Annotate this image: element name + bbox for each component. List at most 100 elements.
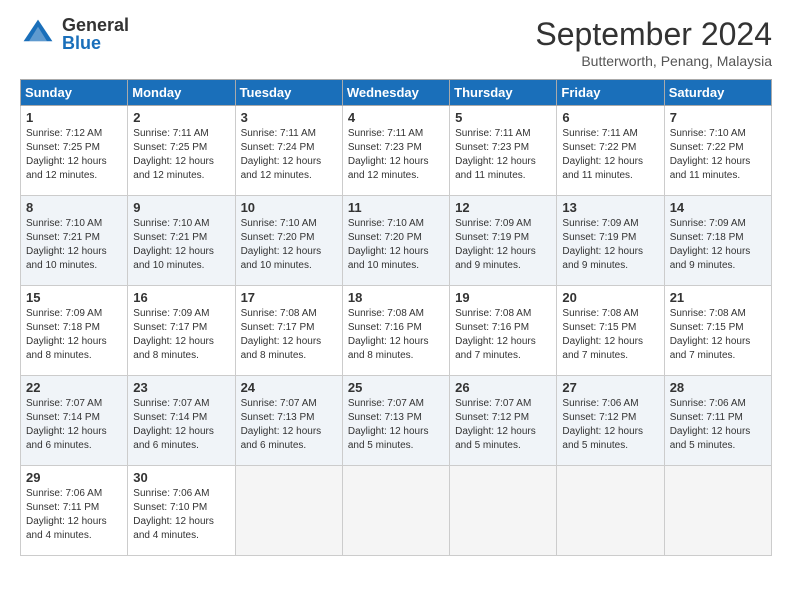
day-number: 10 xyxy=(241,200,337,215)
weekday-header: Thursday xyxy=(450,80,557,106)
day-number: 29 xyxy=(26,470,122,485)
weekday-header: Sunday xyxy=(21,80,128,106)
day-info: Sunrise: 7:10 AMSunset: 7:21 PMDaylight:… xyxy=(133,217,229,273)
calendar-cell: 8 Sunrise: 7:10 AMSunset: 7:21 PMDaylight… xyxy=(21,196,128,286)
weekday-header: Friday xyxy=(557,80,664,106)
weekday-header: Saturday xyxy=(664,80,771,106)
day-number: 8 xyxy=(26,200,122,215)
day-number: 27 xyxy=(562,380,658,395)
calendar-week-row: 15 Sunrise: 7:09 AMSunset: 7:18 PMDayligh… xyxy=(21,286,772,376)
logo: General Blue xyxy=(20,16,129,52)
day-number: 6 xyxy=(562,110,658,125)
calendar-week-row: 8 Sunrise: 7:10 AMSunset: 7:21 PMDaylight… xyxy=(21,196,772,286)
day-number: 26 xyxy=(455,380,551,395)
day-number: 3 xyxy=(241,110,337,125)
day-info: Sunrise: 7:07 AMSunset: 7:14 PMDaylight:… xyxy=(133,397,229,453)
calendar-cell: 21 Sunrise: 7:08 AMSunset: 7:15 PMDayligh… xyxy=(664,286,771,376)
day-info: Sunrise: 7:07 AMSunset: 7:13 PMDaylight:… xyxy=(348,397,444,453)
day-number: 13 xyxy=(562,200,658,215)
day-info: Sunrise: 7:07 AMSunset: 7:14 PMDaylight:… xyxy=(26,397,122,453)
calendar-cell: 28 Sunrise: 7:06 AMSunset: 7:11 PMDayligh… xyxy=(664,376,771,466)
calendar-cell: 3 Sunrise: 7:11 AMSunset: 7:24 PMDaylight… xyxy=(235,106,342,196)
day-info: Sunrise: 7:08 AMSunset: 7:15 PMDaylight:… xyxy=(670,307,766,363)
day-number: 30 xyxy=(133,470,229,485)
logo-blue: Blue xyxy=(62,34,129,52)
day-info: Sunrise: 7:08 AMSunset: 7:16 PMDaylight:… xyxy=(348,307,444,363)
calendar-cell: 25Sunrise: 7:07 AMSunset: 7:13 PMDayligh… xyxy=(342,376,449,466)
day-info: Sunrise: 7:06 AMSunset: 7:11 PMDaylight:… xyxy=(670,397,766,453)
logo-text: General Blue xyxy=(62,16,129,52)
calendar-cell: 18 Sunrise: 7:08 AMSunset: 7:16 PMDayligh… xyxy=(342,286,449,376)
month-title: September 2024 xyxy=(535,16,772,53)
calendar-week-row: 22 Sunrise: 7:07 AMSunset: 7:14 PMDayligh… xyxy=(21,376,772,466)
logo-icon xyxy=(20,16,56,52)
calendar-cell: 30 Sunrise: 7:06 AMSunset: 7:10 PMDayligh… xyxy=(128,466,235,556)
day-info: Sunrise: 7:09 AMSunset: 7:17 PMDaylight:… xyxy=(133,307,229,363)
day-info: Sunrise: 7:11 AMSunset: 7:25 PMDaylight:… xyxy=(133,127,229,183)
day-info: Sunrise: 7:12 AMSunset: 7:25 PMDaylight:… xyxy=(26,127,122,183)
day-number: 24 xyxy=(241,380,337,395)
day-info: Sunrise: 7:09 AMSunset: 7:19 PMDaylight:… xyxy=(562,217,658,273)
calendar-cell xyxy=(557,466,664,556)
day-number: 5 xyxy=(455,110,551,125)
calendar-cell: 7Sunrise: 7:10 AMSunset: 7:22 PMDaylight… xyxy=(664,106,771,196)
day-number: 9 xyxy=(133,200,229,215)
calendar-cell: 20 Sunrise: 7:08 AMSunset: 7:15 PMDayligh… xyxy=(557,286,664,376)
calendar-cell: 24Sunrise: 7:07 AMSunset: 7:13 PMDayligh… xyxy=(235,376,342,466)
day-number: 2 xyxy=(133,110,229,125)
day-info: Sunrise: 7:10 AMSunset: 7:20 PMDaylight:… xyxy=(241,217,337,273)
day-info: Sunrise: 7:08 AMSunset: 7:15 PMDaylight:… xyxy=(562,307,658,363)
calendar-cell: 19Sunrise: 7:08 AMSunset: 7:16 PMDayligh… xyxy=(450,286,557,376)
day-number: 14 xyxy=(670,200,766,215)
calendar-cell: 10 Sunrise: 7:10 AMSunset: 7:20 PMDayligh… xyxy=(235,196,342,286)
calendar-cell: 9 Sunrise: 7:10 AMSunset: 7:21 PMDaylight… xyxy=(128,196,235,286)
weekday-header: Monday xyxy=(128,80,235,106)
day-info: Sunrise: 7:11 AMSunset: 7:22 PMDaylight:… xyxy=(562,127,658,183)
day-info: Sunrise: 7:11 AMSunset: 7:23 PMDaylight:… xyxy=(455,127,551,183)
calendar-week-row: 1 Sunrise: 7:12 AMSunset: 7:25 PMDaylight… xyxy=(21,106,772,196)
day-number: 11 xyxy=(348,200,444,215)
day-info: Sunrise: 7:11 AMSunset: 7:24 PMDaylight:… xyxy=(241,127,337,183)
calendar-cell: 11 Sunrise: 7:10 AMSunset: 7:20 PMDayligh… xyxy=(342,196,449,286)
day-number: 7 xyxy=(670,110,766,125)
title-area: September 2024 Butterworth, Penang, Mala… xyxy=(535,16,772,69)
day-number: 17 xyxy=(241,290,337,305)
day-info: Sunrise: 7:10 AMSunset: 7:21 PMDaylight:… xyxy=(26,217,122,273)
day-info: Sunrise: 7:10 AMSunset: 7:20 PMDaylight:… xyxy=(348,217,444,273)
day-info: Sunrise: 7:06 AMSunset: 7:11 PMDaylight:… xyxy=(26,487,122,543)
calendar: SundayMondayTuesdayWednesdayThursdayFrid… xyxy=(20,79,772,556)
day-info: Sunrise: 7:06 AMSunset: 7:10 PMDaylight:… xyxy=(133,487,229,543)
calendar-cell: 29 Sunrise: 7:06 AMSunset: 7:11 PMDayligh… xyxy=(21,466,128,556)
calendar-cell: 15 Sunrise: 7:09 AMSunset: 7:18 PMDayligh… xyxy=(21,286,128,376)
day-info: Sunrise: 7:06 AMSunset: 7:12 PMDaylight:… xyxy=(562,397,658,453)
calendar-cell xyxy=(342,466,449,556)
weekday-header-row: SundayMondayTuesdayWednesdayThursdayFrid… xyxy=(21,80,772,106)
day-info: Sunrise: 7:08 AMSunset: 7:17 PMDaylight:… xyxy=(241,307,337,363)
day-number: 15 xyxy=(26,290,122,305)
calendar-cell: 12Sunrise: 7:09 AMSunset: 7:19 PMDayligh… xyxy=(450,196,557,286)
calendar-cell: 23 Sunrise: 7:07 AMSunset: 7:14 PMDayligh… xyxy=(128,376,235,466)
day-info: Sunrise: 7:09 AMSunset: 7:18 PMDaylight:… xyxy=(670,217,766,273)
day-number: 18 xyxy=(348,290,444,305)
calendar-cell: 6 Sunrise: 7:11 AMSunset: 7:22 PMDaylight… xyxy=(557,106,664,196)
calendar-cell: 22 Sunrise: 7:07 AMSunset: 7:14 PMDayligh… xyxy=(21,376,128,466)
day-number: 23 xyxy=(133,380,229,395)
calendar-cell: 16Sunrise: 7:09 AMSunset: 7:17 PMDayligh… xyxy=(128,286,235,376)
day-number: 22 xyxy=(26,380,122,395)
calendar-cell xyxy=(235,466,342,556)
calendar-cell: 26Sunrise: 7:07 AMSunset: 7:12 PMDayligh… xyxy=(450,376,557,466)
day-number: 21 xyxy=(670,290,766,305)
calendar-cell: 2 Sunrise: 7:11 AMSunset: 7:25 PMDaylight… xyxy=(128,106,235,196)
calendar-cell xyxy=(664,466,771,556)
day-number: 28 xyxy=(670,380,766,395)
weekday-header: Tuesday xyxy=(235,80,342,106)
day-number: 1 xyxy=(26,110,122,125)
weekday-header: Wednesday xyxy=(342,80,449,106)
calendar-cell xyxy=(450,466,557,556)
day-number: 4 xyxy=(348,110,444,125)
location: Butterworth, Penang, Malaysia xyxy=(535,53,772,69)
day-number: 20 xyxy=(562,290,658,305)
day-info: Sunrise: 7:09 AMSunset: 7:19 PMDaylight:… xyxy=(455,217,551,273)
calendar-cell: 14 Sunrise: 7:09 AMSunset: 7:18 PMDayligh… xyxy=(664,196,771,286)
day-info: Sunrise: 7:09 AMSunset: 7:18 PMDaylight:… xyxy=(26,307,122,363)
